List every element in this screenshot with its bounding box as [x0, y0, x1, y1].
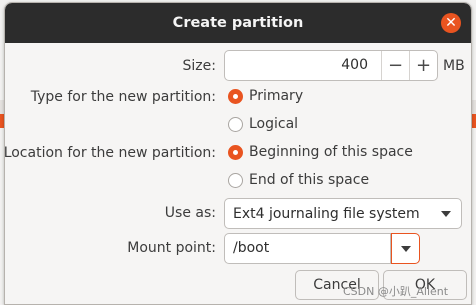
dialog-title: Create partition [172, 15, 304, 31]
radio-logical[interactable]: Logical [228, 116, 298, 132]
close-icon[interactable]: ✕ [441, 13, 461, 33]
radio-unselected-icon[interactable] [228, 172, 243, 188]
decrement-button[interactable]: − [381, 51, 409, 80]
location-label: Location for the new partition: [4, 145, 216, 161]
radio-primary-label: Primary [249, 88, 304, 104]
radio-unselected-icon[interactable] [228, 116, 243, 132]
increment-button[interactable]: + [409, 51, 437, 80]
use-as-label: Use as: [164, 205, 216, 221]
radio-end-label: End of this space [249, 172, 370, 188]
chevron-down-icon [441, 211, 451, 217]
create-partition-dialog: Create partition ✕ Size: 400 − + MB Type… [4, 2, 472, 305]
chevron-down-icon [401, 246, 411, 252]
radio-selected-icon[interactable] [228, 88, 243, 104]
radio-beginning[interactable]: Beginning of this space [228, 144, 413, 160]
mount-point-label: Mount point: [127, 240, 216, 256]
radio-logical-label: Logical [249, 116, 299, 132]
use-as-value: Ext4 journaling file system [233, 205, 420, 222]
size-unit: MB [443, 58, 465, 74]
radio-selected-icon[interactable] [228, 144, 243, 160]
dialog-titlebar: Create partition ✕ [5, 3, 471, 43]
size-label: Size: [182, 58, 216, 74]
size-input[interactable]: 400 [225, 51, 381, 80]
partition-type-label: Type for the new partition: [30, 89, 216, 105]
radio-beginning-label: Beginning of this space [249, 144, 413, 160]
watermark: CSDN @小趴_Allent [343, 285, 449, 298]
mount-point-dropdown-button[interactable] [391, 233, 420, 264]
radio-end[interactable]: End of this space [228, 172, 369, 188]
use-as-dropdown[interactable]: Ext4 journaling file system [224, 198, 462, 229]
radio-primary[interactable]: Primary [228, 88, 303, 104]
mount-point-input[interactable]: /boot [224, 233, 391, 264]
size-spinbox[interactable]: 400 − + [224, 50, 438, 81]
